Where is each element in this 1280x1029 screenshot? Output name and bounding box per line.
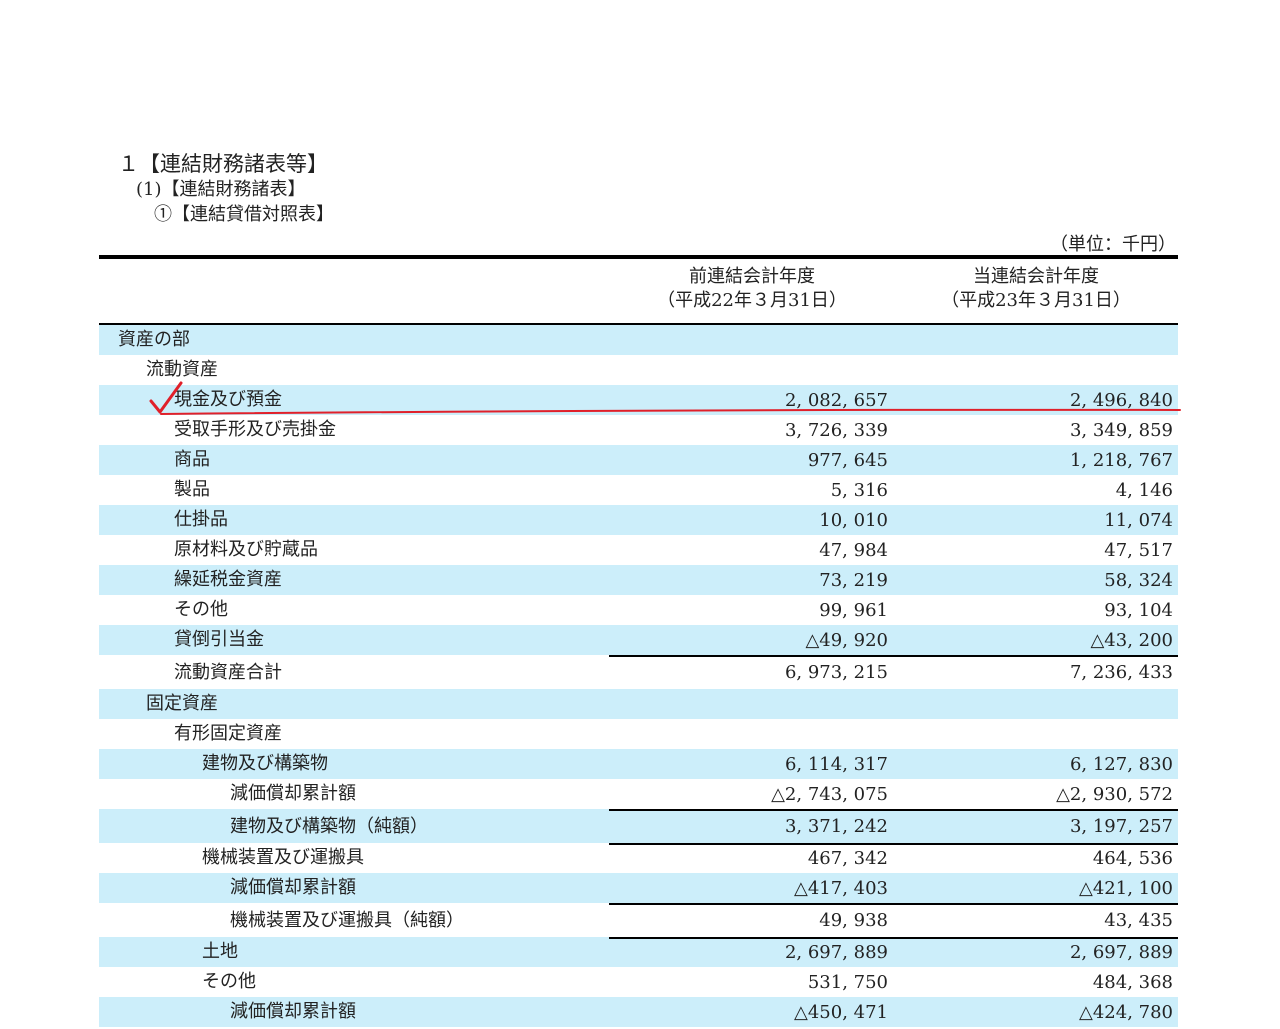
checkmark-icon <box>149 381 183 414</box>
hand-annotation <box>149 381 1181 415</box>
underline-mark <box>160 408 1181 415</box>
